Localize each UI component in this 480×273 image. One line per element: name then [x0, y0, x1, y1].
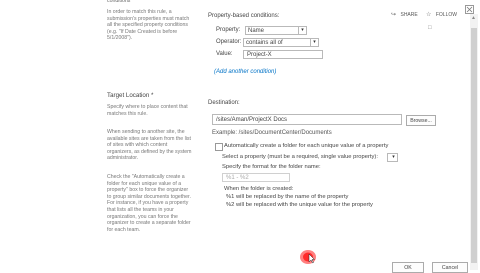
follow-label: FOLLOW	[435, 12, 457, 18]
select-property-label: Select a property (must be a required, s…	[222, 154, 378, 160]
target-help-para3: Check the "Automatically create a folder…	[107, 174, 191, 233]
folder-format-input[interactable]: %1 - %2	[222, 173, 290, 182]
focus-icon[interactable]	[465, 1, 474, 14]
folder-property-select[interactable]: ▾	[387, 153, 398, 162]
cancel-button[interactable]: Cancel	[432, 262, 468, 273]
follow-action[interactable]: ☆ FOLLOW	[426, 3, 457, 21]
conditions-help-text: In order to match this rule, a submissio…	[107, 9, 190, 42]
remove-condition-icon[interactable]: □	[428, 25, 432, 31]
chevron-down-icon: ▾	[392, 154, 395, 160]
scrollbar[interactable]: ▲	[470, 14, 478, 270]
browse-button[interactable]: Browse...	[406, 115, 436, 126]
when-created-label: When the folder is created:	[224, 186, 294, 192]
cursor-click-indicator	[297, 247, 317, 265]
operator-select-value: contains all of	[246, 40, 283, 46]
format-label: Specify the format for the folder name:	[222, 164, 321, 170]
target-help-para2: When sending to another site, the availa…	[107, 129, 192, 162]
ok-button[interactable]: OK	[392, 262, 424, 273]
destination-label: Destination:	[208, 100, 240, 106]
destination-input[interactable]: /sites/Aman/ProjectX Docs	[212, 114, 402, 125]
chevron-down-icon: ▾	[298, 27, 306, 34]
share-icon: ↪	[391, 12, 397, 18]
value-label: Value:	[216, 51, 233, 57]
auto-folder-label: Automatically create a folder for each u…	[224, 143, 389, 149]
add-condition-link[interactable]: (Add another condition)	[214, 69, 276, 75]
destination-example: Example: /sites/DocumentCenter/Documents	[212, 130, 332, 136]
scrollbar-thumb[interactable]	[471, 28, 477, 263]
rule2-text: %2 will be replaced with the unique valu…	[226, 202, 373, 208]
property-select[interactable]: Name ▾	[245, 26, 307, 35]
target-help-para1: Specify where to place content that matc…	[107, 104, 188, 117]
operator-label: Operator:	[216, 39, 242, 45]
conditions-heading: conditions	[107, 0, 131, 4]
property-conditions-heading: Property-based conditions:	[208, 13, 280, 19]
chevron-down-icon: ▾	[310, 39, 318, 46]
rule1-text: %1 will be replaced by the name of the p…	[226, 194, 349, 200]
operator-select[interactable]: contains all of ▾	[243, 38, 319, 47]
property-select-value: Name	[248, 28, 265, 34]
share-action[interactable]: ↪ SHARE	[391, 3, 418, 21]
target-location-heading: Target Location *	[107, 92, 154, 99]
share-label: SHARE	[400, 12, 418, 18]
auto-folder-checkbox[interactable]	[215, 143, 223, 151]
scroll-up-icon[interactable]: ▲	[471, 15, 476, 21]
property-label: Property:	[216, 27, 241, 33]
star-icon: ☆	[426, 12, 432, 18]
condition-value-input[interactable]: Project-X	[243, 50, 323, 59]
